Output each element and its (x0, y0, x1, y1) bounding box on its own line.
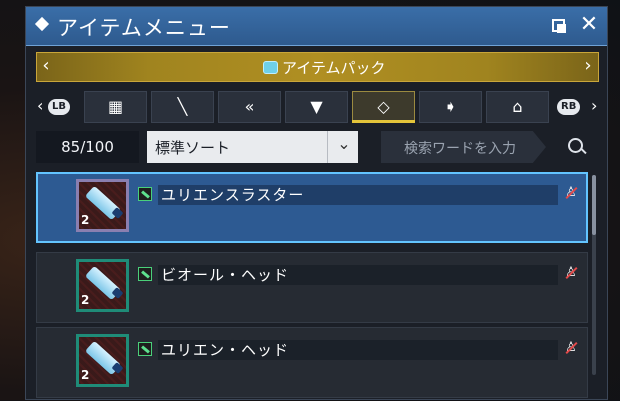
part-type-icon (138, 342, 152, 356)
tab-tag[interactable]: ◇ (352, 91, 415, 123)
item-thumbnail: 2 (76, 179, 129, 232)
tab-room[interactable]: ⌂ (486, 91, 549, 123)
window-title: アイテムメニュー (57, 16, 231, 40)
category-prev-arrow[interactable]: ‹ (37, 96, 43, 115)
tab-unit[interactable]: « (218, 91, 281, 123)
filter-row: 85/100 標準ソート ⌄ 検索ワードを入力 (26, 131, 607, 163)
sort-dropdown[interactable]: 標準ソート ⌄ (147, 131, 358, 163)
chevron-down-icon: ⌄ (337, 134, 351, 153)
sort-divider (327, 131, 328, 163)
tag-icon: ◇ (377, 97, 390, 116)
list-item[interactable]: 2 ユリエンスラスター ♙ (36, 172, 588, 243)
item-pack-bar: ‹ アイテムパック › (36, 52, 599, 82)
category-next-arrow[interactable]: › (591, 96, 597, 115)
close-icon: ✕ (579, 12, 599, 37)
pack-icon (263, 61, 278, 74)
part-type-icon (138, 187, 152, 201)
item-quantity: 2 (81, 293, 90, 307)
item-count: 85/100 (36, 131, 139, 163)
pack-next-button[interactable]: › (578, 55, 598, 76)
restore-icon-fill (557, 24, 566, 33)
list-item[interactable]: 2 ユリエン・ヘッド ♙ (36, 327, 588, 398)
search-placeholder: 検索ワードを入力 (404, 141, 516, 157)
item-list: 2 ユリエンスラスター ♙ 2 ビオール・ヘッド ♙ 2 (36, 172, 588, 401)
item-quantity: 2 (81, 368, 90, 382)
close-button[interactable]: ✕ (577, 13, 601, 37)
trade-ban-icon: ♙ (563, 185, 579, 201)
unit-icon: « (244, 97, 255, 116)
item-name: ビオール・ヘッド (161, 266, 290, 284)
tab-direction[interactable]: ➧ (419, 91, 482, 123)
item-thumbnail: 2 (76, 259, 129, 312)
tab-all[interactable]: ▦ (84, 91, 147, 123)
restore-button[interactable] (550, 17, 568, 35)
trade-ban-icon: ♙ (563, 265, 579, 281)
item-name: ユリエンスラスター (161, 186, 305, 204)
lb-button[interactable]: LB (48, 99, 70, 115)
rb-button[interactable]: RB (557, 99, 581, 115)
part-type-icon (138, 267, 152, 281)
weapon-icon: ╲ (177, 97, 188, 116)
costume-icon: ▼ (310, 97, 323, 116)
title-bar: アイテムメニュー ✕ (26, 7, 607, 46)
item-menu-window: アイテムメニュー ✕ ‹ アイテムパック › ‹ LB ▦ ╲ « ▼ ◇ ➧ … (25, 6, 608, 400)
list-item[interactable]: 2 ビオール・ヘッド ♙ (36, 252, 588, 323)
scrollbar-thumb[interactable] (592, 175, 596, 235)
pack-label: アイテムパック (282, 59, 386, 77)
trade-ban-icon: ♙ (563, 340, 579, 356)
search-input[interactable]: 検索ワードを入力 (381, 131, 546, 163)
direction-icon: ➧ (443, 97, 458, 116)
search-button[interactable] (556, 131, 596, 163)
diamond-icon (34, 16, 50, 32)
search-icon (568, 138, 583, 153)
item-thumbnail: 2 (76, 334, 129, 387)
all-items-icon: ▦ (107, 97, 124, 116)
tab-weapon[interactable]: ╲ (151, 91, 214, 123)
search-icon-handle (580, 147, 587, 155)
room-icon: ⌂ (512, 97, 523, 116)
item-name: ユリエン・ヘッド (161, 341, 290, 359)
scrollbar[interactable] (592, 175, 596, 375)
category-tabs: ‹ LB ▦ ╲ « ▼ ◇ ➧ ⌂ RB › (26, 91, 607, 125)
tab-costume[interactable]: ▼ (285, 91, 348, 123)
item-quantity: 2 (81, 213, 90, 227)
sort-label: 標準ソート (155, 139, 231, 157)
pack-prev-button[interactable]: ‹ (36, 55, 56, 76)
